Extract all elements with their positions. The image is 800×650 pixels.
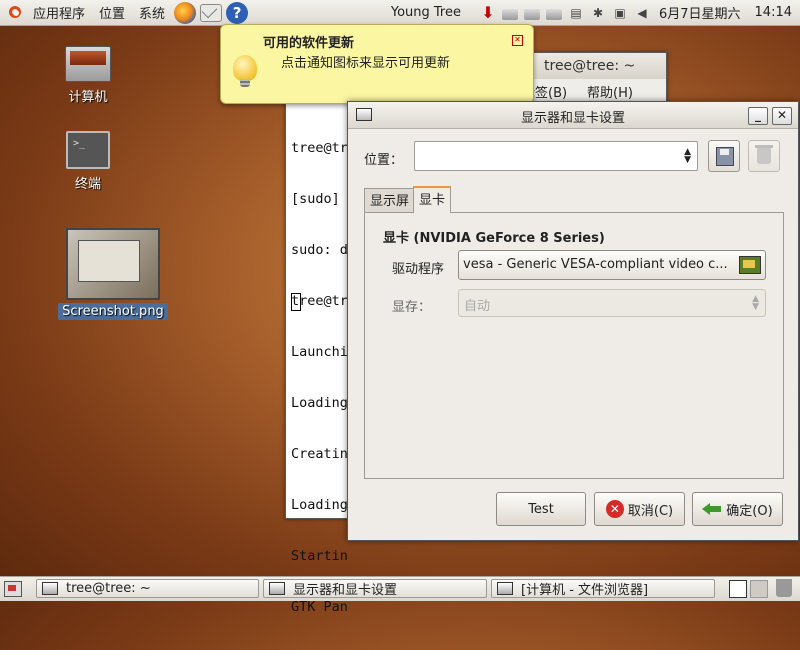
display-settings-dialog: 显示器和显卡设置 _ ✕ 位置： ▲ ▼ 显示屏 显卡 显卡 (NVIDIA Ge… — [347, 101, 799, 541]
workspace-1[interactable] — [729, 580, 747, 598]
video-card-icon — [739, 256, 761, 274]
ubuntu-logo-icon[interactable] — [6, 3, 26, 23]
desktop-terminal-label: 终端 — [74, 177, 101, 192]
terminal-line: tree@tr — [291, 140, 348, 156]
terminal-icon — [42, 582, 58, 595]
user-name[interactable]: Young Tree — [391, 5, 461, 20]
combo-arrows-icon: ▲ ▼ — [684, 147, 691, 165]
terminal-line: Startin — [291, 548, 348, 564]
driver-select[interactable]: vesa - Generic VESA-compliant video c... — [458, 250, 766, 280]
memory-value: 自动 — [464, 299, 491, 314]
desktop-computer-label: 计算机 — [68, 90, 108, 105]
terminal-icon — [66, 131, 110, 169]
printer-icon[interactable] — [501, 9, 518, 20]
top-panel: 应用程序 位置 系统 ? Young Tree ⬇ ▤ ✱ ▣ ◀ 6月7日星期… — [0, 0, 800, 26]
show-desktop-icon[interactable] — [4, 581, 22, 597]
terminal-output[interactable]: tree@tr [sudo] sudo: d tree@tr Launchi L… — [291, 106, 348, 650]
terminal-line: Loading — [291, 497, 348, 513]
monitor-icon — [269, 582, 285, 595]
floppy-icon — [716, 147, 734, 166]
terminal-line: Launchi — [291, 344, 348, 360]
notification-body: 点击通知图标来显示可用更新 — [281, 56, 451, 71]
terminal-title: tree@tree: ~ — [544, 58, 636, 74]
bottom-panel: tree@tree: ~ 显示器和显卡设置 [计算机 - 文件浏览器] — [0, 576, 800, 601]
location-combo[interactable]: ▲ ▼ — [414, 141, 698, 171]
terminal-line: sudo: d — [291, 242, 348, 258]
location-label: 位置： — [364, 153, 404, 168]
memory-select: 自动 ▲ ▼ — [458, 289, 766, 317]
ok-arrow-icon — [702, 500, 722, 518]
combo-arrows-icon: ▲ ▼ — [752, 294, 759, 312]
cancel-button-label: 取消(C) — [627, 503, 674, 519]
printer-icon-2[interactable] — [523, 9, 540, 20]
menu-places[interactable]: 位置 — [92, 0, 132, 25]
tab-display[interactable]: 显示屏 — [364, 188, 416, 212]
menu-help[interactable]: 帮助(H) — [587, 82, 633, 101]
clock-time[interactable]: 14:14 — [755, 5, 792, 20]
terminal-line: Creatin — [291, 446, 348, 462]
test-button[interactable]: Test — [496, 492, 586, 526]
cancel-icon: ✕ — [605, 500, 624, 518]
printer-icon-3[interactable] — [545, 9, 562, 20]
menu-system[interactable]: 系统 — [132, 0, 172, 25]
tab-panel: 显卡 (NVIDIA GeForce 8 Series) 驱动程序 vesa -… — [364, 212, 784, 479]
desktop-computer[interactable]: 计算机 — [55, 46, 121, 105]
terminal-line: GTK Pan — [291, 599, 348, 615]
terminal-line: Loading — [291, 395, 348, 411]
update-notifier-icon[interactable]: ⬇ — [480, 3, 496, 22]
clipboard-icon[interactable]: ▤ — [568, 5, 584, 21]
update-notification[interactable]: 可用的软件更新 点击通知图标来显示可用更新 ✕ — [220, 24, 534, 104]
network-icon[interactable]: ▣ — [612, 5, 628, 21]
dialog-titlebar[interactable]: 显示器和显卡设置 _ ✕ — [348, 102, 798, 129]
driver-value: vesa - Generic VESA-compliant video c... — [463, 257, 728, 272]
desktop-screenshot-label: Screenshot.png — [58, 303, 168, 320]
cancel-button[interactable]: ✕ 取消(C) — [594, 492, 685, 526]
volume-icon[interactable]: ◀ — [634, 5, 650, 21]
workspace-2[interactable] — [750, 580, 768, 598]
card-heading: 显卡 (NVIDIA GeForce 8 Series) — [383, 231, 605, 246]
terminal-cursor — [291, 293, 301, 311]
desktop-screenshot[interactable]: Screenshot.png — [56, 228, 170, 320]
ok-button-label: 确定(O) — [726, 503, 773, 519]
save-button[interactable] — [708, 140, 740, 172]
notification-title: 可用的软件更新 — [263, 36, 355, 51]
bluetooth-icon[interactable]: ✱ — [590, 5, 606, 21]
mail-icon[interactable] — [200, 3, 223, 22]
taskbar-item-label: [计算机 - 文件浏览器] — [521, 583, 649, 598]
terminal-line: [sudo] — [291, 191, 340, 207]
memory-label: 显存： — [392, 300, 432, 315]
help-icon[interactable]: ? — [226, 1, 249, 24]
menu-applications[interactable]: 应用程序 — [26, 0, 92, 25]
taskbar-item-label: tree@tree: ~ — [66, 581, 151, 596]
trash-icon[interactable] — [776, 579, 792, 597]
folder-icon — [497, 582, 513, 595]
dialog-title: 显示器和显卡设置 — [520, 111, 625, 126]
test-button-label: Test — [528, 501, 554, 517]
minimize-button[interactable]: _ — [748, 107, 768, 125]
taskbar-item-file-browser[interactable]: [计算机 - 文件浏览器] — [491, 579, 715, 598]
tab-graphics-card[interactable]: 显卡 — [413, 186, 452, 213]
taskbar-item-terminal[interactable]: tree@tree: ~ — [36, 579, 259, 598]
computer-icon — [65, 46, 111, 82]
taskbar-item-display-settings[interactable]: 显示器和显卡设置 — [263, 579, 487, 598]
ok-button[interactable]: 确定(O) — [692, 492, 783, 526]
clock-date[interactable]: 6月7日星期六 — [659, 3, 741, 22]
close-icon[interactable]: ✕ — [512, 35, 523, 46]
lightbulb-icon — [233, 55, 257, 87]
desktop-terminal[interactable]: 终端 — [55, 131, 121, 192]
image-thumbnail-icon — [66, 228, 160, 300]
taskbar-item-label: 显示器和显卡设置 — [293, 583, 398, 598]
trash-icon — [755, 145, 773, 164]
firefox-icon[interactable] — [174, 1, 197, 24]
close-button[interactable]: ✕ — [772, 107, 792, 125]
delete-button — [748, 140, 780, 172]
driver-label: 驱动程序 — [392, 262, 445, 277]
